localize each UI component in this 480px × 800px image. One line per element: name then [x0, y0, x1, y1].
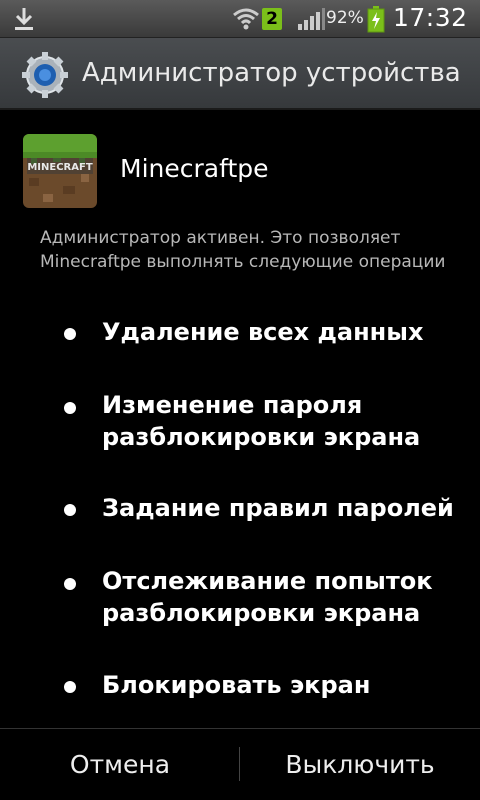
deactivate-button[interactable]: Выключить — [240, 729, 480, 800]
clock: 17:32 — [393, 3, 468, 32]
page-title: Администратор устройства — [82, 58, 461, 88]
button-bar: Отмена Выключить — [0, 728, 480, 800]
gear-icon — [22, 52, 68, 98]
title-bar: Администратор устройства — [0, 38, 480, 110]
download-icon[interactable] — [12, 6, 36, 32]
battery-percent: 92% — [326, 8, 364, 28]
bullet-icon — [64, 402, 76, 414]
status-bar: 2 92% 17:32 — [0, 0, 480, 38]
cancel-button[interactable]: Отмена — [0, 729, 240, 800]
bullet-icon — [64, 578, 76, 590]
signal-icon — [298, 8, 325, 30]
app-name: Minecraftpe — [120, 154, 269, 183]
permission-text: Задание правил паролей — [102, 494, 454, 522]
bullet-icon — [64, 504, 76, 516]
permission-text: Изменение пароля разблокировки экрана — [102, 391, 421, 451]
permission-text: Удаление всех данных — [102, 318, 424, 346]
minecraft-logo-text: MINECRAFT — [27, 162, 92, 173]
wifi-icon — [233, 8, 259, 30]
battery-icon — [367, 6, 385, 33]
bullet-icon — [64, 328, 76, 340]
minecraft-app-icon: MINECRAFT — [23, 134, 97, 208]
permission-text: Отслеживание попыток разблокировки экрана — [102, 567, 433, 627]
permission-text: Блокировать экран — [102, 671, 371, 699]
notification-badge: 2 — [262, 8, 282, 30]
admin-description: Администратор активен. Это позволяет Min… — [40, 228, 446, 272]
bullet-icon — [64, 681, 76, 693]
